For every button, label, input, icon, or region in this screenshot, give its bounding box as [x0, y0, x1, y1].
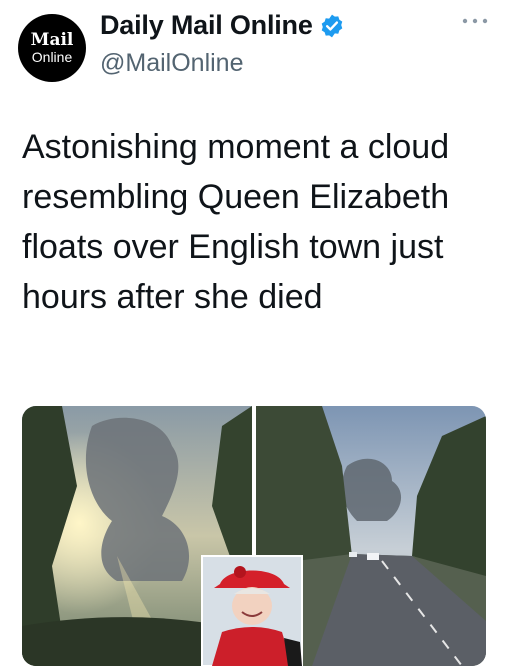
avatar-logo-line1: Mail — [30, 29, 74, 50]
display-name[interactable]: Daily Mail Online — [100, 10, 313, 41]
avatar[interactable]: Mail Online — [18, 14, 86, 82]
more-options-icon[interactable] — [460, 14, 490, 28]
queen-inset-photo[interactable] — [201, 555, 303, 666]
avatar-logo-line2: Online — [31, 48, 73, 65]
tweet-media[interactable] — [22, 406, 486, 666]
tweet-header: Mail Online Daily Mail Online @MailOnlin… — [0, 0, 507, 100]
verified-badge-icon — [321, 14, 342, 37]
tweet-text: Astonishing moment a cloud resembling Qu… — [22, 128, 450, 316]
name-row: Daily Mail Online — [100, 10, 345, 41]
media-grid — [22, 406, 486, 666]
handle[interactable]: @MailOnline — [100, 49, 243, 78]
